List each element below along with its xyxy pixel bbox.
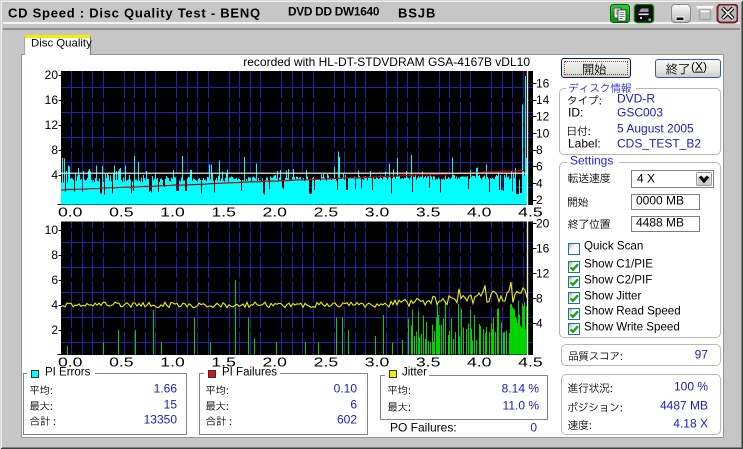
svg-text:8: 8 — [536, 292, 543, 306]
svg-text:3.5: 3.5 — [416, 205, 441, 219]
svg-text:4: 4 — [536, 317, 543, 331]
svg-text:8: 8 — [51, 143, 58, 157]
svg-text:16: 16 — [45, 93, 59, 107]
svg-text:4.5: 4.5 — [518, 355, 543, 369]
svg-text:0.0: 0.0 — [58, 205, 83, 219]
svg-text:6: 6 — [536, 160, 543, 174]
svg-text:16: 16 — [536, 241, 550, 255]
svg-text:10: 10 — [45, 223, 59, 237]
svg-text:4: 4 — [536, 176, 543, 190]
svg-text:10: 10 — [536, 126, 550, 140]
svg-text:1.5: 1.5 — [211, 205, 236, 219]
svg-text:2.5: 2.5 — [314, 355, 339, 369]
svg-text:20: 20 — [45, 68, 59, 82]
svg-text:4.0: 4.0 — [467, 205, 492, 219]
svg-text:4.5: 4.5 — [518, 205, 543, 219]
svg-text:0.5: 0.5 — [109, 205, 134, 219]
svg-text:recorded with HL-DT-STDVDRAM G: recorded with HL-DT-STDVDRAM GSA-4167B v… — [243, 55, 530, 69]
svg-text:2.0: 2.0 — [263, 205, 288, 219]
svg-text:2.5: 2.5 — [314, 205, 339, 219]
svg-text:1.0: 1.0 — [160, 355, 185, 369]
svg-text:1.0: 1.0 — [160, 205, 185, 219]
svg-text:14: 14 — [536, 93, 550, 107]
svg-text:8: 8 — [536, 143, 543, 157]
svg-text:4: 4 — [51, 298, 58, 312]
svg-text:0.5: 0.5 — [109, 355, 134, 369]
svg-text:4: 4 — [51, 168, 58, 182]
svg-text:8: 8 — [51, 248, 58, 262]
svg-text:2: 2 — [51, 323, 58, 337]
svg-text:12: 12 — [45, 118, 59, 132]
svg-text:3.0: 3.0 — [365, 355, 390, 369]
svg-text:6: 6 — [51, 273, 58, 287]
svg-text:3.0: 3.0 — [365, 205, 390, 219]
svg-text:4.0: 4.0 — [467, 355, 492, 369]
svg-text:12: 12 — [536, 110, 550, 124]
svg-text:16: 16 — [536, 76, 550, 90]
svg-text:12: 12 — [536, 266, 550, 280]
